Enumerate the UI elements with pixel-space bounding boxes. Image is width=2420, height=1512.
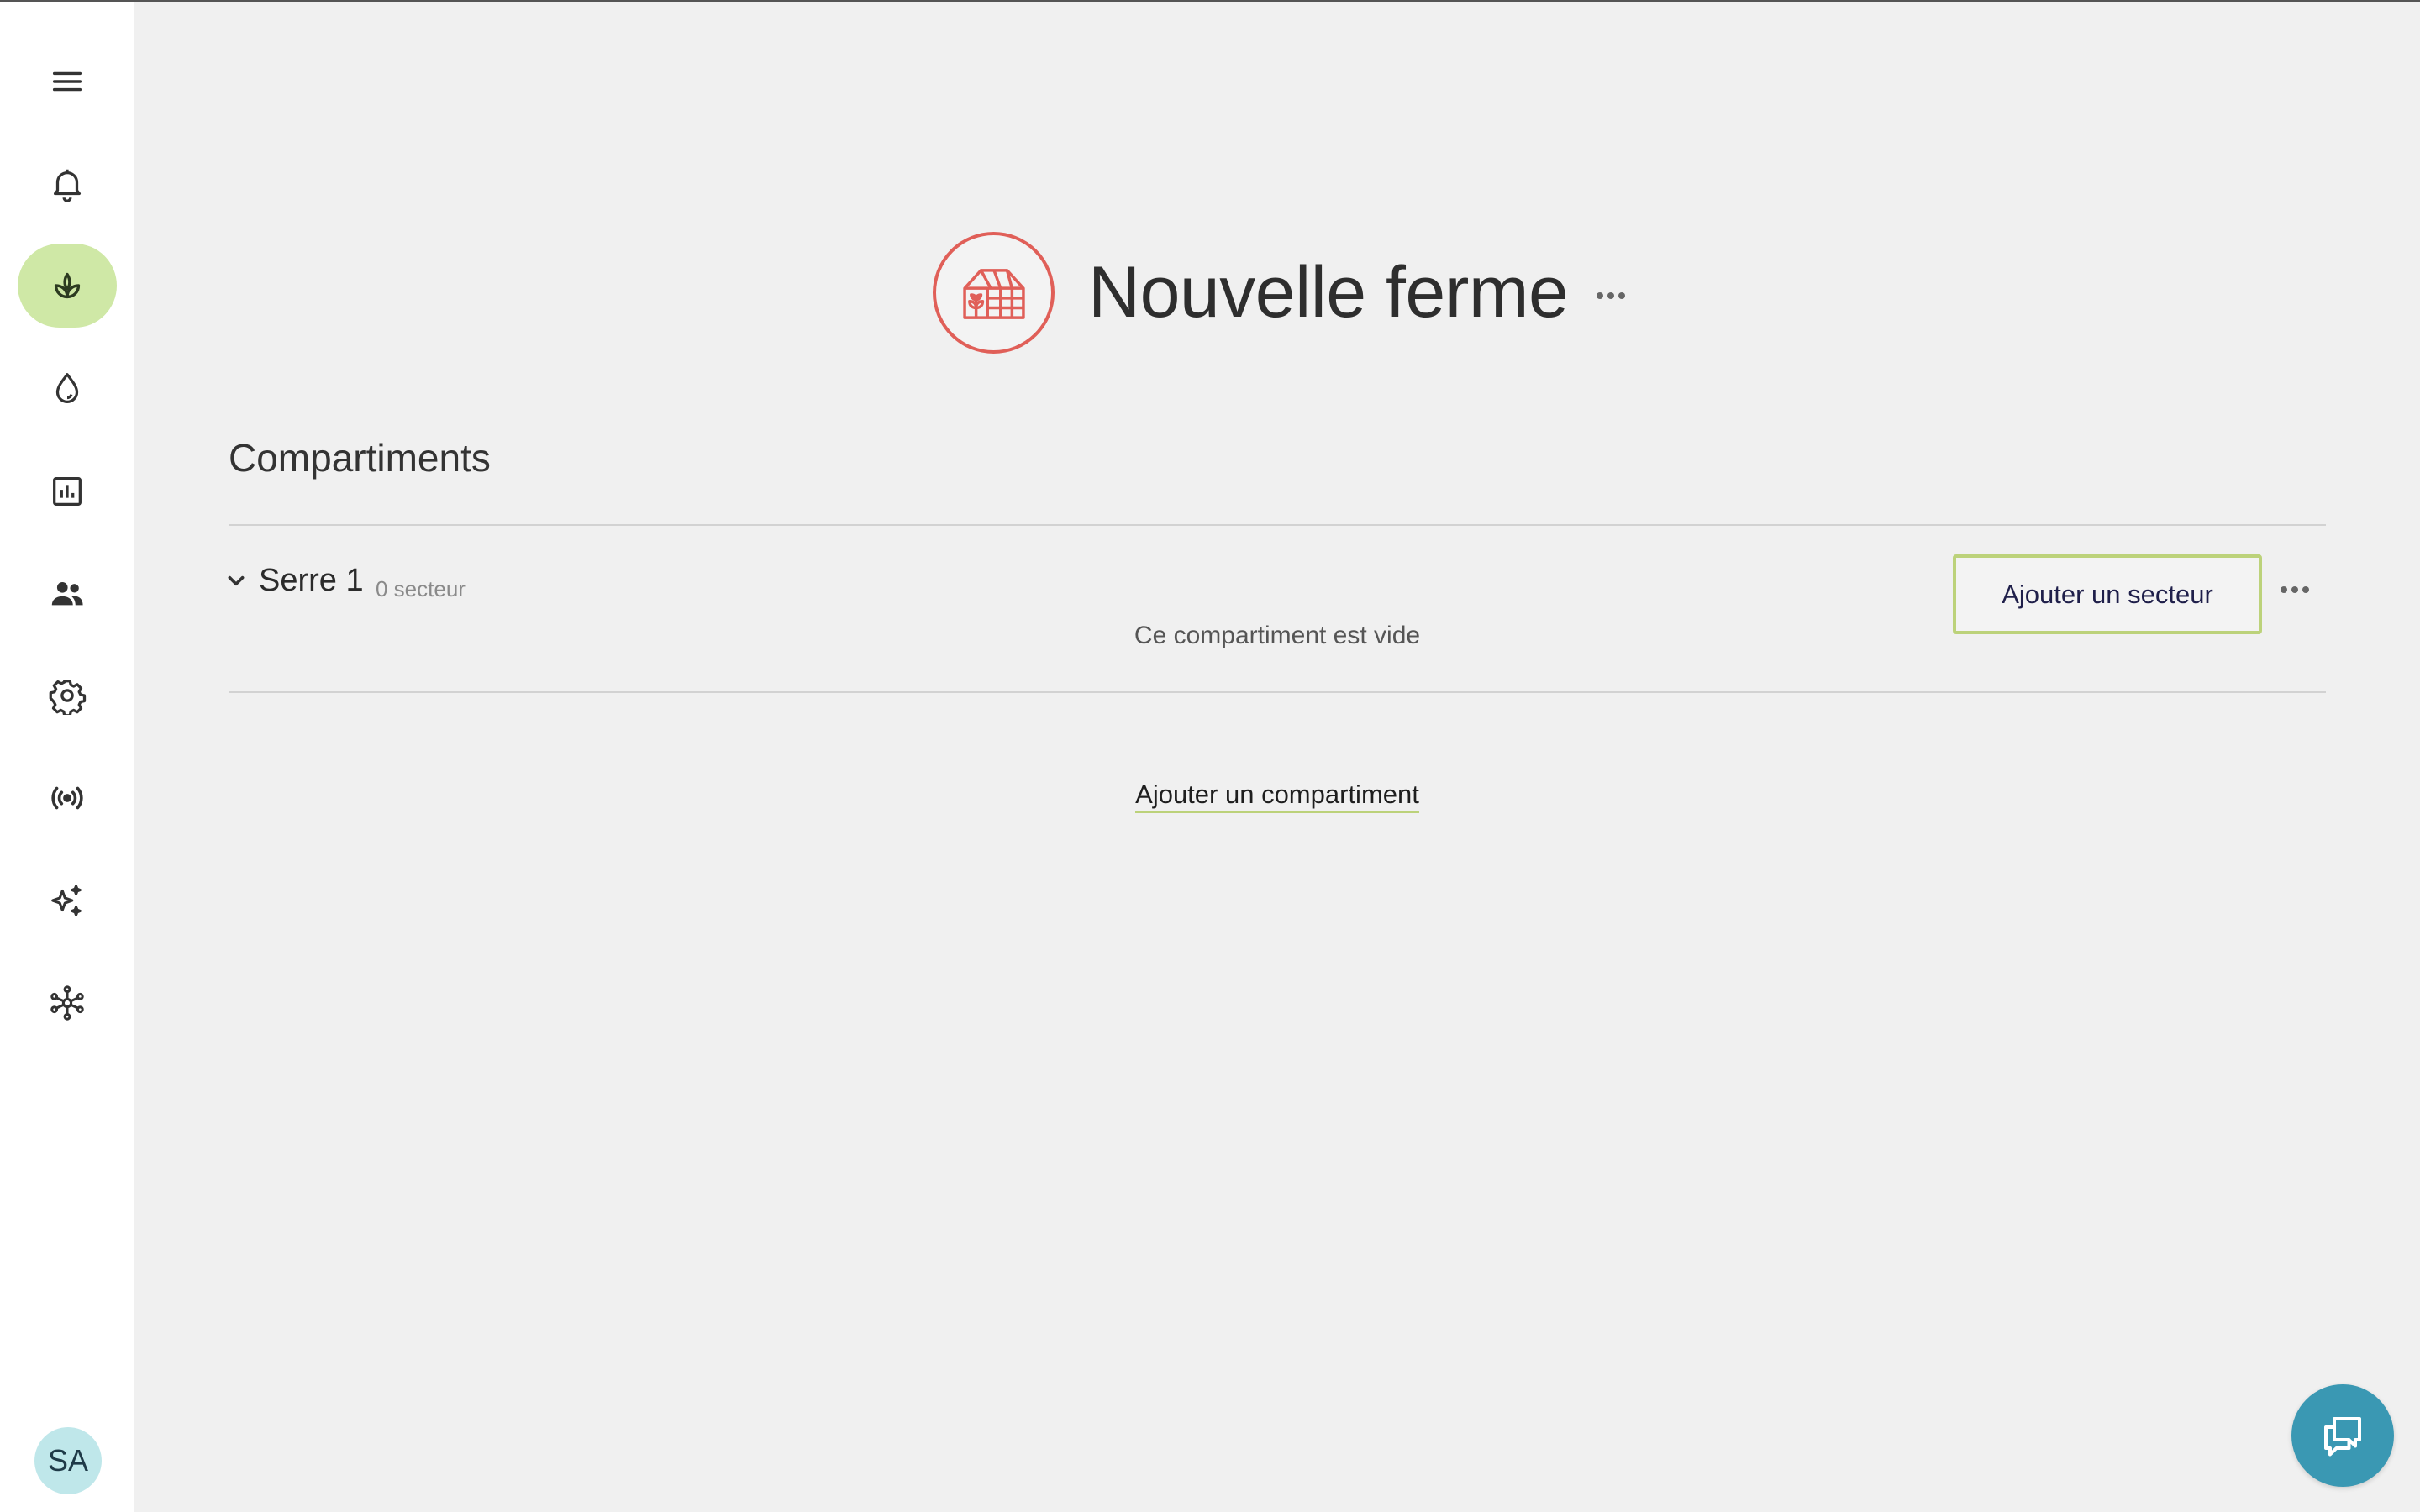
more-dot-icon <box>2281 586 2287 593</box>
water-drop-icon <box>55 373 79 403</box>
compartment-toggle[interactable]: Serre 1 <box>225 563 364 599</box>
users-icon <box>51 582 83 606</box>
menu-icon <box>52 71 82 92</box>
more-dot-icon <box>2302 586 2309 593</box>
sidebar-item-users[interactable] <box>18 552 117 636</box>
compartment-more-button[interactable] <box>2281 586 2309 593</box>
chart-icon <box>53 477 82 506</box>
chat-bubbles-icon <box>2324 1417 2361 1457</box>
farm-logo <box>933 232 1055 354</box>
empty-compartment-message: Ce compartiment est vide <box>1134 622 1421 649</box>
gear-icon <box>49 680 87 715</box>
sidebar-item-reports[interactable] <box>18 449 117 533</box>
add-sector-button[interactable]: Ajouter un secteur <box>1953 554 2262 634</box>
sidebar-item-settings[interactable] <box>18 654 117 738</box>
divider <box>229 691 2326 693</box>
chat-button[interactable] <box>2291 1384 2394 1487</box>
page-title: Nouvelle ferme <box>1088 252 1569 333</box>
bell-icon <box>53 169 82 202</box>
menu-button[interactable] <box>18 39 117 123</box>
more-dot-icon <box>2291 586 2298 593</box>
section-title: Compartiments <box>229 436 491 480</box>
sidebar-item-integrations[interactable] <box>18 961 117 1045</box>
greenhouse-icon <box>962 268 1025 319</box>
sidebar-item-sensors[interactable] <box>18 756 117 840</box>
broadcast-icon <box>51 786 83 810</box>
top-border <box>0 0 2420 2</box>
compartment-name: Serre 1 <box>259 563 364 598</box>
add-compartment-container: Ajouter un compartiment <box>924 780 1630 813</box>
more-dot-icon <box>1607 291 1615 299</box>
compartment-sector-count: 0 secteur <box>376 576 466 601</box>
more-dot-icon <box>1597 291 1604 299</box>
add-compartment-link[interactable]: Ajouter un compartiment <box>1135 780 1419 813</box>
sidebar-item-ai[interactable] <box>18 858 117 942</box>
sidebar-item-notifications[interactable] <box>18 142 117 226</box>
sparkles-icon <box>51 885 82 916</box>
sidebar-item-farms[interactable] <box>18 244 117 328</box>
chevron-down-icon <box>228 575 245 585</box>
divider <box>229 524 2326 526</box>
farm-more-button[interactable] <box>1597 291 1626 299</box>
avatar[interactable]: SA <box>34 1427 102 1494</box>
sidebar-item-irrigation[interactable] <box>18 347 117 431</box>
sidebar: SA <box>0 0 134 1512</box>
network-icon <box>50 985 84 1021</box>
farm-header: Nouvelle ferme <box>933 232 1626 354</box>
more-dot-icon <box>1618 291 1626 299</box>
plant-icon <box>54 272 81 299</box>
